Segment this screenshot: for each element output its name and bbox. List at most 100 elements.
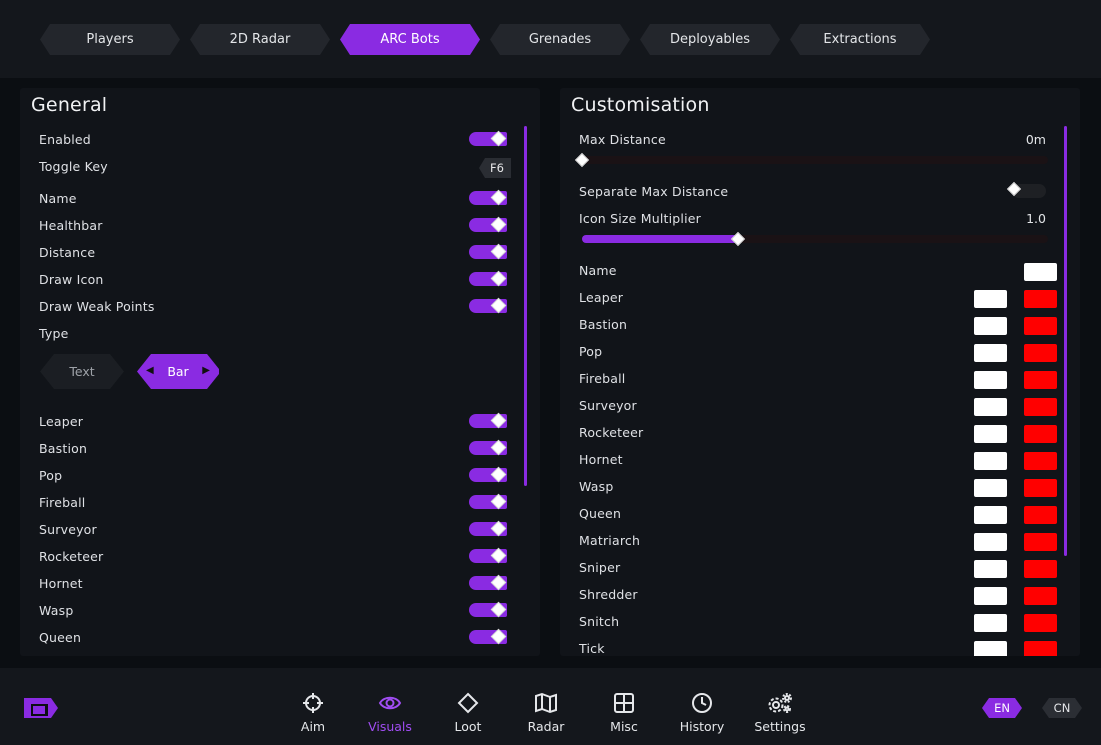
general-panel: General Enabled Toggle Key F6 Name Healt… xyxy=(20,88,540,656)
bot-toggle-surveyor[interactable] xyxy=(469,522,507,536)
clock-icon xyxy=(666,692,738,714)
bot-label-surveyor: Surveyor xyxy=(39,522,97,537)
draw-weak-points-label: Draw Weak Points xyxy=(39,299,155,314)
bot-toggle-queen[interactable] xyxy=(469,630,507,644)
color-primary-wasp[interactable] xyxy=(974,479,1007,497)
color-primary-fireball[interactable] xyxy=(974,371,1007,389)
healthbar-toggle[interactable] xyxy=(469,218,507,232)
color-secondary-leaper[interactable] xyxy=(1024,290,1057,308)
customisation-title: Customisation xyxy=(571,94,710,116)
general-scrollbar[interactable] xyxy=(524,126,527,486)
nav-misc-label: Misc xyxy=(610,719,638,734)
color-secondary-hornet[interactable] xyxy=(1024,452,1057,470)
category-tabs: Players 2D Radar ARC Bots Grenades Deplo… xyxy=(40,24,940,55)
color-primary-shredder[interactable] xyxy=(974,587,1007,605)
nav-loot[interactable]: Loot xyxy=(432,692,504,734)
bot-label-queen: Queen xyxy=(39,630,82,645)
tab-arc-bots[interactable]: ARC Bots xyxy=(340,24,480,55)
color-primary-snitch[interactable] xyxy=(974,614,1007,632)
grid-icon xyxy=(588,692,660,714)
color-secondary-pop[interactable] xyxy=(1024,344,1057,362)
type-text-button[interactable]: Text xyxy=(40,354,124,389)
color-secondary-fireball[interactable] xyxy=(1024,371,1057,389)
color-primary-rocketeer[interactable] xyxy=(974,425,1007,443)
language-en-button[interactable]: EN xyxy=(982,698,1022,718)
bot-toggle-pop[interactable] xyxy=(469,468,507,482)
nav-aim[interactable]: Aim xyxy=(277,692,349,734)
nav-history-label: History xyxy=(679,719,725,734)
tab-players[interactable]: Players xyxy=(40,24,180,55)
language-cn-button[interactable]: CN xyxy=(1042,698,1082,718)
general-title: General xyxy=(31,94,108,116)
nav-misc[interactable]: Misc xyxy=(588,692,660,734)
bot-label-pop: Pop xyxy=(39,468,63,483)
chevron-right-icon[interactable]: ▶ xyxy=(202,365,210,376)
nav-settings[interactable]: Settings xyxy=(744,692,816,734)
bot-toggle-rocketeer[interactable] xyxy=(469,549,507,563)
color-primary-sniper[interactable] xyxy=(974,560,1007,578)
nav-loot-label: Loot xyxy=(454,719,482,734)
color-label-sniper: Sniper xyxy=(579,560,621,575)
toggle-key-button[interactable]: F6 xyxy=(479,158,511,178)
chevron-left-icon[interactable]: ◀ xyxy=(146,365,154,376)
bot-label-bastion: Bastion xyxy=(39,441,88,456)
distance-toggle[interactable] xyxy=(469,245,507,259)
name-color-swatch[interactable] xyxy=(1024,263,1057,281)
draw-icon-toggle[interactable] xyxy=(469,272,507,286)
tab-2d-radar[interactable]: 2D Radar xyxy=(190,24,330,55)
nav-visuals[interactable]: Visuals xyxy=(354,692,426,734)
color-label-wasp: Wasp xyxy=(579,479,614,494)
color-secondary-snitch[interactable] xyxy=(1024,614,1057,632)
color-secondary-surveyor[interactable] xyxy=(1024,398,1057,416)
tab-deployables[interactable]: Deployables xyxy=(640,24,780,55)
max-distance-label: Max Distance xyxy=(579,132,666,147)
app-logo-icon xyxy=(24,698,58,718)
color-primary-matriarch[interactable] xyxy=(974,533,1007,551)
bot-toggle-bastion[interactable] xyxy=(469,441,507,455)
enabled-toggle[interactable] xyxy=(469,132,507,146)
max-distance-value: 0m xyxy=(1025,132,1046,147)
color-label-rocketeer: Rocketeer xyxy=(579,425,644,440)
customisation-scrollbar[interactable] xyxy=(1064,126,1067,556)
name-label: Name xyxy=(39,191,77,206)
color-secondary-tick[interactable] xyxy=(1024,641,1057,656)
max-distance-slider[interactable] xyxy=(582,156,1048,164)
color-secondary-rocketeer[interactable] xyxy=(1024,425,1057,443)
color-primary-pop[interactable] xyxy=(974,344,1007,362)
name-toggle[interactable] xyxy=(469,191,507,205)
name-color-label: Name xyxy=(579,263,617,278)
bot-label-hornet: Hornet xyxy=(39,576,83,591)
tab-grenades[interactable]: Grenades xyxy=(490,24,630,55)
color-primary-hornet[interactable] xyxy=(974,452,1007,470)
color-primary-leaper[interactable] xyxy=(974,290,1007,308)
color-secondary-matriarch[interactable] xyxy=(1024,533,1057,551)
color-primary-bastion[interactable] xyxy=(974,317,1007,335)
nav-radar[interactable]: Radar xyxy=(510,692,582,734)
draw-icon-label: Draw Icon xyxy=(39,272,104,287)
nav-aim-label: Aim xyxy=(300,719,326,734)
color-primary-queen[interactable] xyxy=(974,506,1007,524)
nav-radar-label: Radar xyxy=(527,719,565,734)
healthbar-label: Healthbar xyxy=(39,218,103,233)
color-secondary-shredder[interactable] xyxy=(1024,587,1057,605)
color-secondary-queen[interactable] xyxy=(1024,506,1057,524)
distance-label: Distance xyxy=(39,245,96,260)
nav-history[interactable]: History xyxy=(666,692,738,734)
tab-extractions[interactable]: Extractions xyxy=(790,24,930,55)
color-secondary-sniper[interactable] xyxy=(1024,560,1057,578)
bot-toggle-fireball[interactable] xyxy=(469,495,507,509)
icon-size-label: Icon Size Multiplier xyxy=(579,211,701,226)
color-primary-surveyor[interactable] xyxy=(974,398,1007,416)
color-primary-tick[interactable] xyxy=(974,641,1007,656)
color-secondary-wasp[interactable] xyxy=(1024,479,1057,497)
bot-toggle-wasp[interactable] xyxy=(469,603,507,617)
customisation-panel: Customisation Max Distance 0m Separate M… xyxy=(560,88,1080,656)
bot-toggle-hornet[interactable] xyxy=(469,576,507,590)
color-secondary-bastion[interactable] xyxy=(1024,317,1057,335)
bot-label-leaper: Leaper xyxy=(39,414,84,429)
type-bar-button[interactable]: ◀ Bar ▶ xyxy=(137,354,219,389)
map-icon xyxy=(510,692,582,714)
color-label-matriarch: Matriarch xyxy=(579,533,641,548)
bot-toggle-leaper[interactable] xyxy=(469,414,507,428)
draw-weak-points-toggle[interactable] xyxy=(469,299,507,313)
